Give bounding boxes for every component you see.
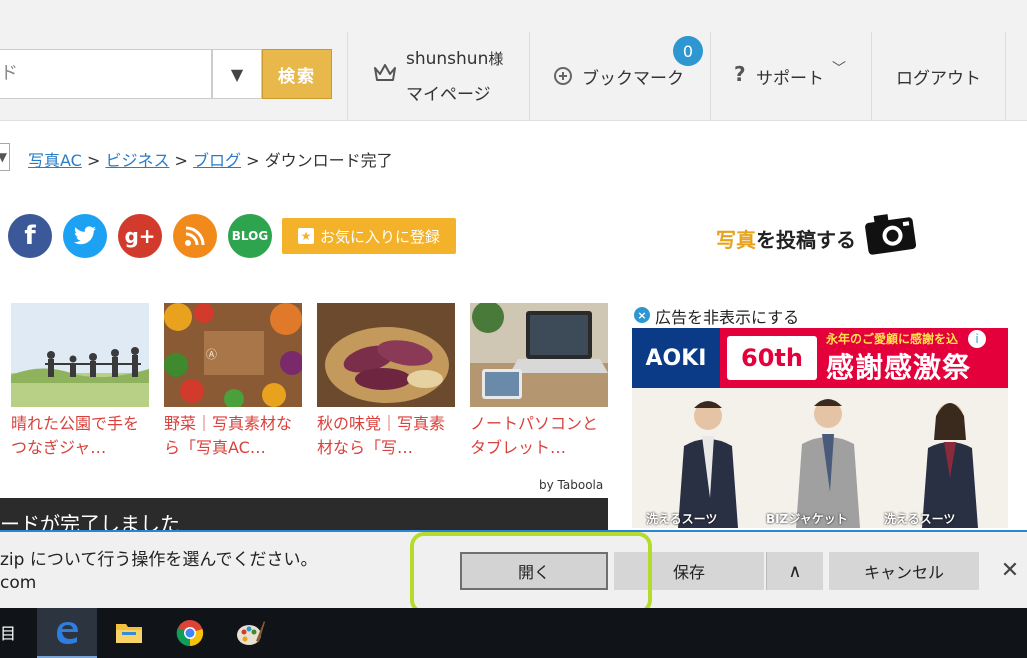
- breadcrumb-link-business[interactable]: ビジネス: [105, 151, 169, 170]
- nav-divider: [710, 32, 711, 120]
- highlight-annotation: [410, 532, 652, 614]
- search-input[interactable]: ド: [0, 49, 212, 99]
- close-icon[interactable]: ✕: [996, 556, 1024, 584]
- star-icon: ★: [297, 228, 314, 244]
- ad-product-label: 洗えるスーツ: [884, 512, 956, 526]
- chevron-down-icon[interactable]: ﹀: [832, 58, 846, 78]
- breadcrumb-separator: >: [86, 151, 101, 170]
- nav-divider: [871, 32, 872, 120]
- mypage-label[interactable]: マイページ: [406, 80, 491, 105]
- ad-tagline: 永年のご愛顧に感謝を込: [826, 332, 959, 346]
- add-favorite-label: お気に入りに登録: [319, 227, 440, 246]
- breadcrumb-separator: >: [174, 151, 188, 170]
- triangle-down-icon: ▼: [230, 64, 244, 84]
- ad-headline: 感謝感激祭: [826, 351, 972, 384]
- googleplus-share-button[interactable]: g+: [118, 214, 162, 258]
- breadcrumb-separator: >: [246, 151, 260, 170]
- taskbar-edge[interactable]: [37, 608, 97, 658]
- hide-ad-link[interactable]: 広告を非表示にする: [655, 304, 799, 328]
- browser-top-strip: [0, 0, 1027, 32]
- twitter-icon: [74, 226, 96, 245]
- rss-button[interactable]: [173, 214, 217, 258]
- add-favorite-button[interactable]: ★ お気に入りに登録: [282, 218, 456, 254]
- thumbnail-caption[interactable]: 野菜｜写真素材なら「写真AC…: [164, 412, 302, 460]
- taboola-credit[interactable]: by Taboola: [539, 478, 603, 492]
- breadcrumb: 写真AC > ビジネス > ブログ > ダウンロード完了: [28, 147, 393, 171]
- taskbar-search-fragment[interactable]: 目: [0, 620, 16, 644]
- taskbar-file-explorer[interactable]: [99, 608, 159, 658]
- ad-product-label: BIZジャケット: [766, 512, 848, 526]
- rss-icon: [185, 226, 205, 246]
- thumbnail-image-sweet-potato[interactable]: [317, 303, 455, 407]
- chrome-icon: [176, 620, 204, 647]
- close-ad-icon[interactable]: ×: [634, 307, 650, 323]
- category-select[interactable]: ▼: [0, 143, 10, 171]
- breadcrumb-link-blog[interactable]: ブログ: [193, 151, 241, 170]
- cancel-button[interactable]: キャンセル: [829, 552, 979, 590]
- download-source-domain: com: [0, 573, 37, 593]
- facebook-icon: f: [24, 221, 36, 251]
- breadcrumb-current: ダウンロード完了: [264, 151, 393, 170]
- ad-brand-logo: AOKI: [632, 328, 720, 388]
- save-options-button[interactable]: ∧: [766, 552, 823, 590]
- breadcrumb-link-photoac[interactable]: 写真AC: [28, 151, 82, 170]
- thumbnail-image-park[interactable]: [11, 303, 149, 407]
- logout-link[interactable]: ログアウト: [896, 64, 981, 89]
- support-menu[interactable]: サポート: [756, 64, 824, 89]
- plus-circle-icon: [554, 67, 572, 85]
- facebook-share-button[interactable]: f: [8, 214, 52, 258]
- file-explorer-icon: [116, 624, 142, 643]
- thumbnail-caption[interactable]: ノートパソコンとタブレット…: [470, 412, 608, 460]
- taskbar-chrome[interactable]: [160, 608, 220, 658]
- ad-models-image: [632, 388, 1008, 528]
- triangle-down-icon: ▼: [0, 150, 7, 164]
- search-category-dropdown[interactable]: ▼: [212, 49, 262, 99]
- user-honorific: 様: [488, 50, 504, 68]
- camera-icon[interactable]: [862, 208, 918, 256]
- taskbar-paint[interactable]: [221, 608, 281, 658]
- paint-icon: [237, 621, 265, 645]
- nav-divider: [1005, 32, 1006, 120]
- bookmark-label[interactable]: ブックマーク: [582, 64, 684, 89]
- user-name-text: shunshun: [406, 49, 489, 69]
- download-prompt-message: zip について行う操作を選んでください。: [0, 550, 318, 570]
- bookmark-count-badge: 0: [673, 36, 703, 66]
- question-icon: ?: [734, 62, 746, 86]
- post-photo-highlight: 写真: [716, 228, 756, 252]
- thumbnail-caption[interactable]: 晴れた公園で手をつなぎジャ…: [11, 412, 149, 460]
- edge-icon: [57, 622, 78, 644]
- blog-share-button[interactable]: BLOG: [228, 214, 272, 258]
- crown-icon: [374, 64, 396, 81]
- thumbnail-caption[interactable]: 秋の味覚｜写真素材なら「写…: [317, 412, 455, 460]
- thumbnail-image-vegetables[interactable]: Ⓐ: [164, 303, 302, 407]
- googleplus-icon: g+: [124, 224, 156, 248]
- ad-info-icon[interactable]: i: [968, 330, 986, 348]
- user-name[interactable]: shunshun様: [406, 48, 503, 69]
- blog-icon: BLOG: [231, 229, 269, 243]
- ad-product-label: 洗えるスーツ: [646, 512, 718, 526]
- chevron-up-icon: ∧: [788, 560, 802, 582]
- search-button[interactable]: 検索: [262, 49, 332, 99]
- thumbnail-image-laptop[interactable]: [470, 303, 608, 407]
- svg-text:Ⓐ: Ⓐ: [206, 348, 217, 361]
- post-photo-link[interactable]: 写真を投稿する: [716, 224, 856, 253]
- ad-anniversary-badge: 60th: [727, 336, 817, 380]
- twitter-share-button[interactable]: [63, 214, 107, 258]
- post-photo-rest: を投稿する: [756, 228, 856, 252]
